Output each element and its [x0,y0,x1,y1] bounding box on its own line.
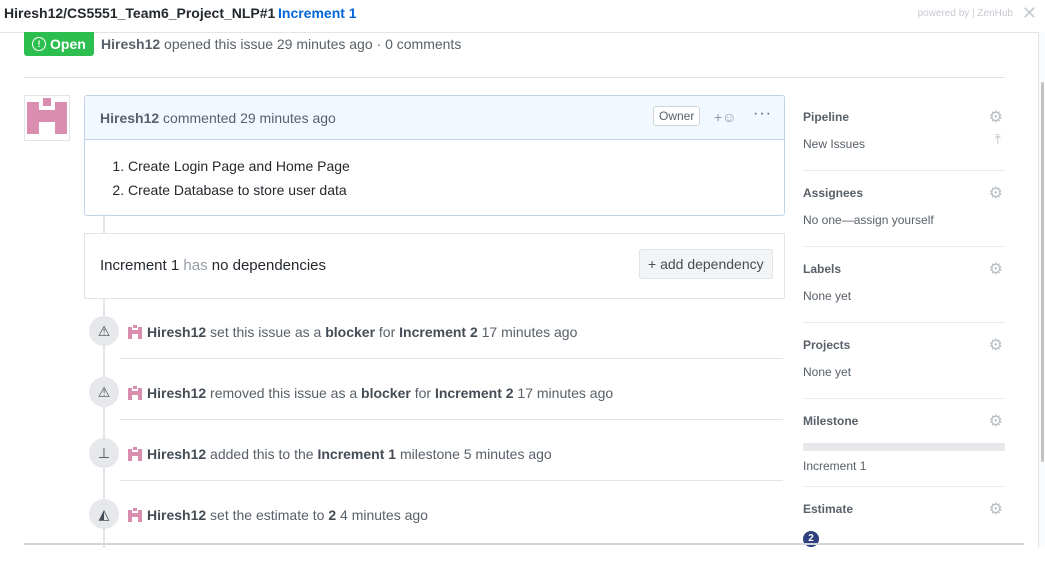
milestone-title: Milestone [803,414,859,428]
repo-issue-ref[interactable]: Hiresh12/CS5551_Team6_Project_NLP#1 [4,5,275,21]
dependencies-text: Increment 1 has no dependencies [100,257,326,274]
gear-icon[interactable]: ⚙ [989,411,1003,431]
event-text-part: added this to the [206,446,318,462]
avatar[interactable] [127,446,143,462]
close-icon[interactable]: ✕ [1022,3,1037,24]
pipeline-title: Pipeline [803,110,850,124]
divider [120,358,783,359]
event-text-part: for [410,385,435,401]
divider [120,419,783,420]
issue-author-link[interactable]: Hiresh12 [101,36,160,52]
issue-meta-text: opened this issue 29 minutes ago · 0 com… [160,36,462,52]
add-dependency-button[interactable]: + add dependency [639,249,773,279]
sidebar-projects: Projects None yet ⚙ [803,323,1005,399]
top-bar: Hiresh12/CS5551_Team6_Project_NLP#1 Incr… [0,0,1045,33]
dependency-has: has [179,257,212,274]
estimate-icon: ◭ [89,499,119,529]
more-options-icon[interactable]: ··· [753,105,772,123]
timeline-event: ⚠ Hiresh12 set this issue as a blocker f… [84,313,783,373]
gear-icon[interactable]: ⚙ [989,335,1003,355]
event-text-part: milestone 5 minutes ago [396,446,552,462]
gear-icon[interactable]: ⚙ [989,499,1003,519]
sidebar-pipeline: Pipeline New Issues ⚙ ⤒ [803,95,1005,171]
comment-body-list: Create Login Page and Home Page Create D… [85,140,784,202]
divider [24,543,1024,545]
comment-meta: Hiresh12 commented 29 minutes ago [100,110,336,126]
comment-header: Hiresh12 commented 29 minutes ago Owner … [85,96,784,140]
powered-by-zenhub[interactable]: powered by | ZenHub [918,8,1013,19]
event-text-part: set the estimate to [206,507,329,523]
dependency-status: no dependencies [211,257,327,274]
event-text-strong: blocker [361,385,411,401]
issue-title[interactable]: Increment 1 [278,5,357,21]
event-issue-link[interactable]: Increment 2 [399,324,478,340]
event-text: Hiresh12 set this issue as a blocker for… [127,324,577,340]
scrollbar-thumb[interactable] [1041,82,1044,462]
event-text-strong: 2 [328,507,337,523]
issue-state-badge: ! Open [24,32,94,56]
event-user-link[interactable]: Hiresh12 [147,324,206,340]
gear-icon[interactable]: ⚙ [989,107,1003,127]
comment-action-text: commented 29 minutes ago [159,110,336,126]
sidebar-assignees: Assignees No one—assign yourself ⚙ [803,171,1005,247]
labels-title: Labels [803,262,842,276]
dependency-issue-name: Increment 1 [100,257,180,274]
labels-value: None yet [803,289,852,303]
move-to-top-icon[interactable]: ⤒ [995,131,1001,148]
issue-meta: Hiresh12 opened this issue 29 minutes ag… [101,36,461,52]
avatar[interactable] [127,507,143,523]
event-text-part: set this issue as a [206,324,326,340]
owner-badge: Owner [653,106,701,126]
milestone-progress-bar [803,443,1005,451]
event-text-part: removed this issue as a [206,385,362,401]
divider [24,77,1005,78]
event-user-link[interactable]: Hiresh12 [147,507,206,523]
list-item: Create Database to store user data [128,178,784,202]
alert-icon: ⚠ [89,316,119,346]
issue-comment: Hiresh12 commented 29 minutes ago Owner … [84,95,785,216]
event-text: Hiresh12 removed this issue as a blocker… [127,385,613,401]
scrollbar[interactable] [1038,32,1045,548]
avatar[interactable] [24,95,70,141]
milestone-link[interactable]: Increment 1 [803,459,866,473]
issue-open-icon: ! [32,37,46,51]
event-text-part: 4 minutes ago [336,507,428,523]
projects-value: None yet [803,365,852,379]
dependencies-panel: Increment 1 has no dependencies + add de… [84,233,785,299]
gear-icon[interactable]: ⚙ [989,183,1003,203]
issue-sidebar: Pipeline New Issues ⚙ ⤒ Assignees No one… [803,95,1005,562]
list-item: Create Login Page and Home Page [128,154,784,178]
timeline-event: ⚠ Hiresh12 removed this issue as a block… [84,374,783,434]
pipeline-value[interactable]: New Issues [803,137,865,151]
sidebar-milestone: Milestone Increment 1 ⚙ [803,399,1005,487]
add-reaction-icon[interactable]: +☺ [714,109,736,125]
event-text-strong: blocker [325,324,376,340]
divider [120,480,783,481]
sidebar-estimate: Estimate 2 ⚙ [803,487,1005,562]
event-milestone-link[interactable]: Increment 1 [317,446,396,462]
timeline-event: ◭ Hiresh12 set the estimate to 2 4 minut… [84,496,783,556]
projects-title: Projects [803,338,851,352]
event-user-link[interactable]: Hiresh12 [147,385,206,401]
assignees-title: Assignees [803,186,864,200]
event-issue-link[interactable]: Increment 2 [435,385,514,401]
timeline-event: ⊥ Hiresh12 added this to the Increment 1… [84,435,783,495]
issue-state-label: Open [50,36,86,52]
event-text: Hiresh12 added this to the Increment 1 m… [127,446,552,462]
event-text: Hiresh12 set the estimate to 2 4 minutes… [127,507,428,523]
gear-icon[interactable]: ⚙ [989,259,1003,279]
avatar[interactable] [127,324,143,340]
event-time: 17 minutes ago [513,385,614,401]
alert-icon: ⚠ [89,377,119,407]
event-text-part: for [375,324,400,340]
estimate-title: Estimate [803,502,854,516]
event-user-link[interactable]: Hiresh12 [147,446,206,462]
avatar[interactable] [127,385,143,401]
comment-author-link[interactable]: Hiresh12 [100,110,159,126]
event-time: 17 minutes ago [477,324,578,340]
milestone-icon: ⊥ [89,438,119,468]
sidebar-labels: Labels None yet ⚙ [803,247,1005,323]
assign-yourself-link[interactable]: No one—assign yourself [803,213,934,227]
